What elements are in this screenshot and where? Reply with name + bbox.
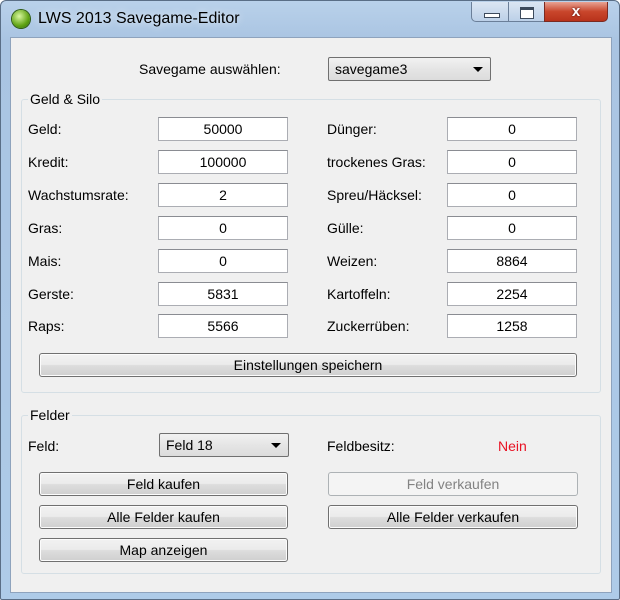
weizen-label: Weizen: <box>327 253 378 269</box>
feld-select[interactable]: Feld 18 <box>159 433 289 457</box>
zuckerrueben-label: Zuckerrüben: <box>327 318 410 334</box>
wachstumsrate-input[interactable]: 2 <box>158 183 288 207</box>
feld-label: Feld: <box>28 438 60 454</box>
save-settings-button[interactable]: Einstellungen speichern <box>39 353 577 377</box>
kredit-label: Kredit: <box>28 154 69 170</box>
trockenes-gras-label: trockenes Gras: <box>327 154 426 170</box>
minimize-button[interactable] <box>471 2 509 22</box>
map-anzeigen-button[interactable]: Map anzeigen <box>39 538 288 562</box>
mais-label: Mais: <box>28 253 62 269</box>
geld-silo-group <box>21 99 601 393</box>
geld-silo-group-title: Geld & Silo <box>28 91 103 107</box>
trockenes-gras-input[interactable]: 0 <box>447 150 577 174</box>
guelle-input[interactable]: 0 <box>447 216 577 240</box>
duenger-label: Dünger: <box>327 121 377 137</box>
kredit-input[interactable]: 100000 <box>158 150 288 174</box>
alle-felder-kaufen-button[interactable]: Alle Felder kaufen <box>39 505 288 529</box>
feld-kaufen-button[interactable]: Feld kaufen <box>39 472 288 496</box>
kartoffeln-label: Kartoffeln: <box>327 286 391 302</box>
gras-label: Gras: <box>28 220 63 236</box>
savegame-select[interactable]: savegame3 <box>328 57 491 81</box>
gras-input[interactable]: 0 <box>158 216 288 240</box>
close-icon: x <box>571 3 581 20</box>
chevron-down-icon <box>473 67 483 72</box>
feldbesitz-label: Feldbesitz: <box>327 438 395 454</box>
kartoffeln-input[interactable]: 2254 <box>447 282 577 306</box>
zuckerrueben-input[interactable]: 1258 <box>447 314 577 338</box>
raps-label: Raps: <box>28 318 65 334</box>
felder-group-title: Felder <box>28 407 72 423</box>
weizen-input[interactable]: 8864 <box>447 249 577 273</box>
savegame-label: Savegame auswählen: <box>139 61 281 77</box>
feld-verkaufen-button[interactable]: Feld verkaufen <box>328 472 578 496</box>
app-icon <box>12 10 30 28</box>
savegame-selected-value: savegame3 <box>335 61 408 77</box>
geld-label: Geld: <box>28 121 62 137</box>
spreu-haecksel-label: Spreu/Häcksel: <box>327 187 422 203</box>
maximize-button[interactable] <box>508 2 545 22</box>
alle-felder-verkaufen-button[interactable]: Alle Felder verkaufen <box>328 505 578 529</box>
feldbesitz-value: Nein <box>498 438 527 454</box>
duenger-input[interactable]: 0 <box>447 117 577 141</box>
gerste-input[interactable]: 5831 <box>158 282 288 306</box>
wachstumsrate-label: Wachstumsrate: <box>28 187 129 203</box>
editor-window: LWS 2013 Savegame-Editor x Savegame ausw… <box>0 0 620 600</box>
geld-input[interactable]: 50000 <box>158 117 288 141</box>
chevron-down-icon <box>271 443 281 448</box>
window-title: LWS 2013 Savegame-Editor <box>38 10 240 27</box>
mais-input[interactable]: 0 <box>158 249 288 273</box>
title-bar[interactable]: LWS 2013 Savegame-Editor x <box>1 1 619 37</box>
raps-input[interactable]: 5566 <box>158 314 288 338</box>
gerste-label: Gerste: <box>28 286 74 302</box>
guelle-label: Gülle: <box>327 220 364 236</box>
feld-selected-value: Feld 18 <box>166 437 213 453</box>
close-button[interactable]: x <box>544 2 608 22</box>
spreu-haecksel-input[interactable]: 0 <box>447 183 577 207</box>
client-area: Savegame auswählen: savegame3 Geld & Sil… <box>10 37 612 593</box>
